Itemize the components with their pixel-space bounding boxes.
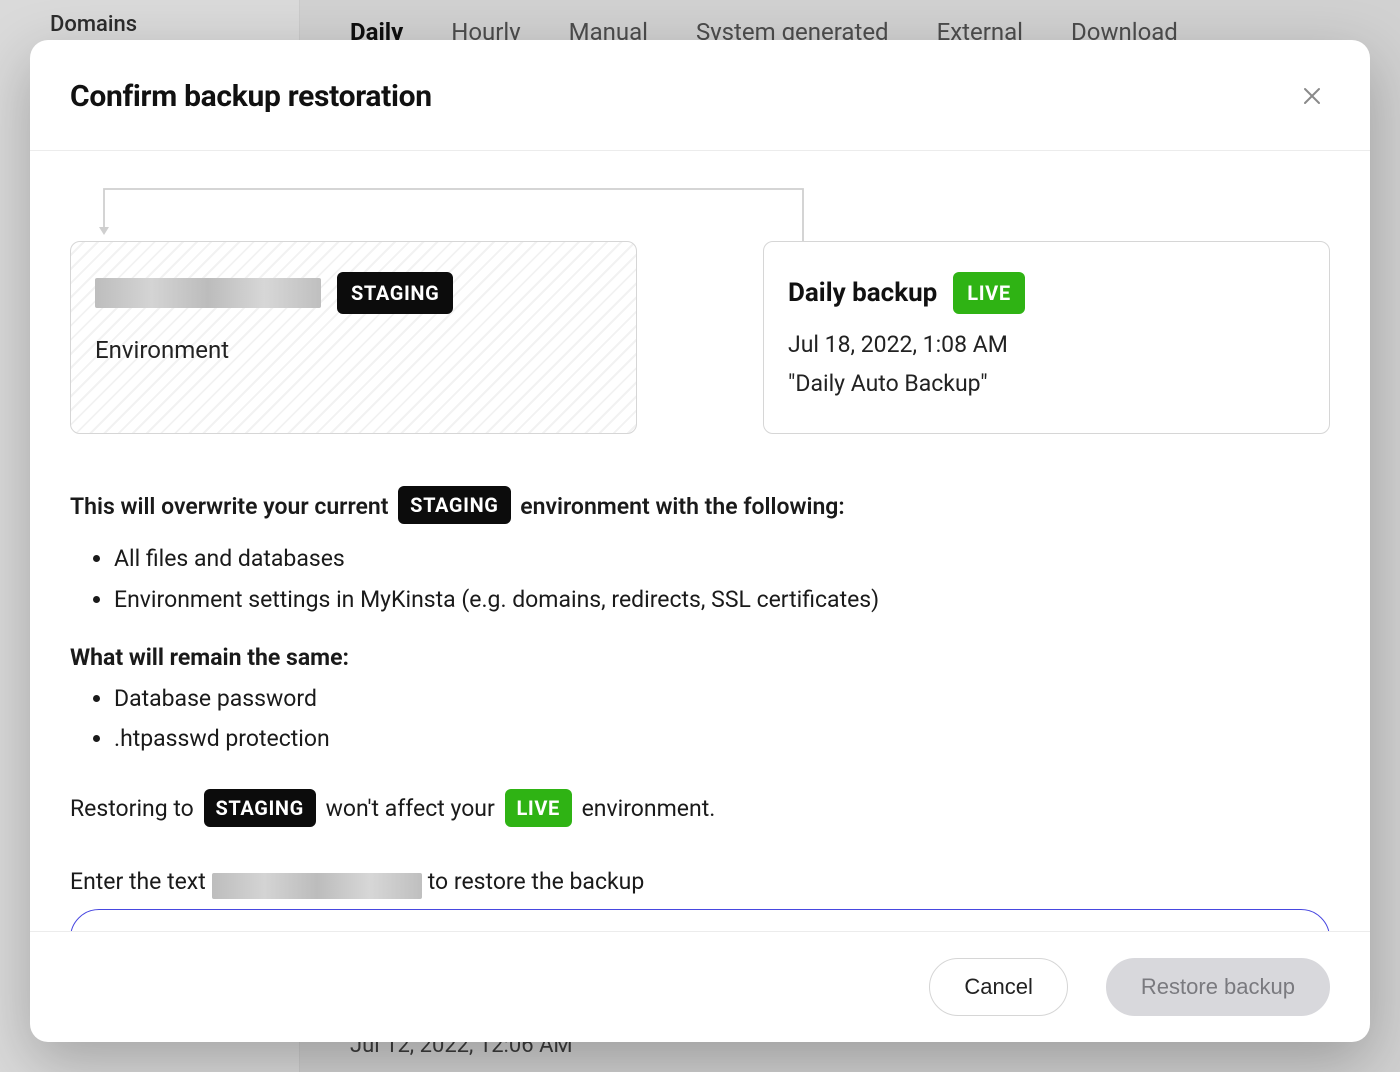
live-badge: LIVE: [953, 272, 1024, 314]
cancel-button[interactable]: Cancel: [929, 958, 1067, 1016]
restore-note-after: environment.: [582, 792, 716, 827]
overwrite-items-list: All files and databases Environment sett…: [70, 542, 1330, 617]
confirm-label-after: to restore the backup: [428, 865, 644, 900]
list-item: Environment settings in MyKinsta (e.g. d…: [114, 583, 1330, 618]
restore-note-mid: won't affect your: [326, 792, 495, 827]
restore-note: Restoring to STAGING won't affect your L…: [70, 791, 715, 829]
restore-note-before: Restoring to: [70, 792, 194, 827]
modal-header: Confirm backup restoration: [30, 40, 1370, 151]
restore-direction-arrow: [98, 185, 1330, 241]
restore-backup-button[interactable]: Restore backup: [1106, 958, 1330, 1016]
list-item: All files and databases: [114, 542, 1330, 577]
modal-body: STAGING Environment Daily backup LIVE Ju…: [30, 151, 1370, 931]
source-backup-card: Daily backup LIVE Jul 18, 2022, 1:08 AM …: [763, 241, 1330, 434]
staging-badge: STAGING: [337, 272, 453, 314]
live-badge-inline: LIVE: [505, 789, 572, 827]
target-env-name-redacted: [95, 278, 321, 308]
modal-footer: Cancel Restore backup: [30, 931, 1370, 1042]
remain-header: What will remain the same:: [70, 641, 1330, 676]
confirm-label-before: Enter the text: [70, 865, 206, 900]
remain-items-list: Database password .htpasswd protection: [70, 682, 1330, 757]
modal-title: Confirm backup restoration: [70, 79, 432, 114]
close-button[interactable]: [1294, 78, 1330, 114]
confirm-text-input[interactable]: [70, 909, 1330, 931]
source-backup-title: Daily backup: [788, 274, 937, 313]
close-icon: [1302, 86, 1322, 106]
target-env-subtitle: Environment: [95, 332, 612, 368]
overwrite-warning: This will overwrite your current STAGING…: [70, 488, 845, 526]
staging-badge-inline: STAGING: [398, 486, 510, 524]
confirm-restore-modal: Confirm backup restoration STAGING Envir…: [30, 40, 1370, 1042]
list-item: .htpasswd protection: [114, 722, 1330, 757]
target-environment-card: STAGING Environment: [70, 241, 637, 434]
confirm-input-label: Enter the text to restore the backup: [70, 865, 1330, 900]
overwrite-text-after: environment with the following:: [520, 490, 844, 525]
staging-badge-inline-2: STAGING: [204, 789, 316, 827]
source-backup-timestamp: Jul 18, 2022, 1:08 AM: [788, 328, 1305, 363]
source-backup-name: "Daily Auto Backup": [788, 367, 1305, 402]
confirm-text-redacted: [212, 873, 422, 899]
overwrite-text-before: This will overwrite your current: [70, 490, 388, 525]
list-item: Database password: [114, 682, 1330, 717]
environment-cards: STAGING Environment Daily backup LIVE Ju…: [70, 241, 1330, 434]
